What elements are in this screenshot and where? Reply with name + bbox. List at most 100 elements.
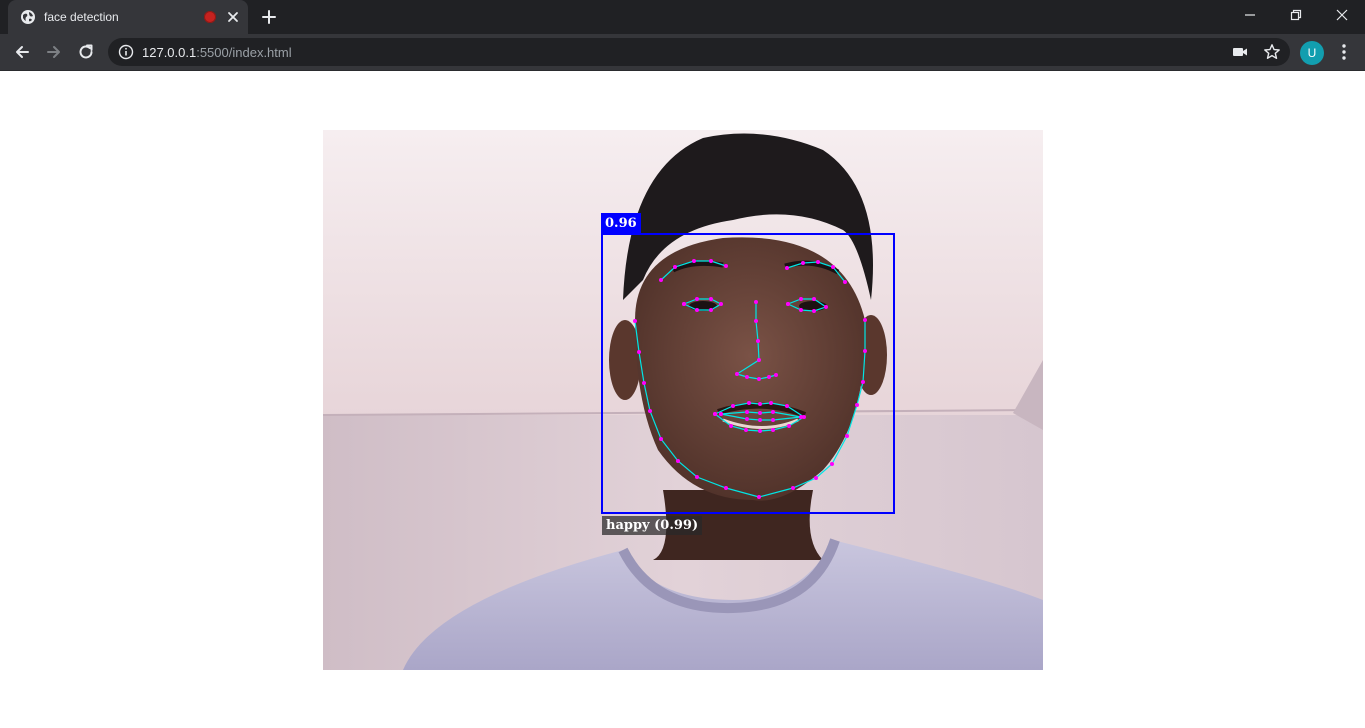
webcam-video: 0.96 happy (0.99) <box>323 130 1043 670</box>
landmark-point <box>713 412 717 416</box>
profile-avatar[interactable]: U <box>1300 41 1324 65</box>
landmark-point <box>745 417 749 421</box>
landmark-point <box>709 259 713 263</box>
landmark-point <box>758 429 762 433</box>
landmark-point <box>724 486 728 490</box>
landmark-point <box>731 404 735 408</box>
landmark-point <box>799 297 803 301</box>
minimize-button[interactable] <box>1227 0 1273 30</box>
landmark-point <box>863 318 867 322</box>
landmark-point <box>824 305 828 309</box>
camera-in-use-icon[interactable] <box>1232 45 1248 59</box>
info-icon[interactable] <box>118 44 134 60</box>
landmark-point <box>745 375 749 379</box>
reload-button[interactable] <box>74 40 98 64</box>
reload-icon <box>79 44 93 59</box>
landmark-point <box>756 339 760 343</box>
landmark-point <box>791 486 795 490</box>
page-content: 0.96 happy (0.99) <box>0 71 1365 728</box>
landmark-point <box>719 412 723 416</box>
landmark-point <box>745 410 749 414</box>
url-path: :5500/index.html <box>196 45 292 60</box>
landmark-point <box>719 302 723 306</box>
minimize-icon <box>1245 14 1255 16</box>
landmark-point <box>771 410 775 414</box>
landmark-line-browL <box>660 260 727 281</box>
globe-icon <box>21 10 35 24</box>
landmark-line-jaw <box>634 320 866 498</box>
landmark-point <box>642 381 646 385</box>
landmark-point <box>771 428 775 432</box>
landmark-points <box>633 259 867 499</box>
landmark-point <box>758 411 762 415</box>
detection-score-label: 0.96 <box>601 213 641 234</box>
url-host: 127.0.0.1 <box>142 45 197 60</box>
address-bar[interactable]: 127.0.0.1:5500/index.html <box>108 38 1290 66</box>
landmark-line-eyeR <box>787 298 828 312</box>
landmark-point <box>831 265 835 269</box>
landmark-point <box>758 402 762 406</box>
more-menu-icon[interactable] <box>1334 42 1354 62</box>
recording-indicator-icon <box>204 11 216 23</box>
back-button[interactable] <box>10 40 34 64</box>
landmark-point <box>758 418 762 422</box>
detection-overlay <box>601 233 895 514</box>
close-window-button[interactable] <box>1319 0 1365 30</box>
landmark-point <box>855 403 859 407</box>
landmark-point <box>814 476 818 480</box>
restore-icon <box>1290 9 1302 21</box>
landmark-point <box>812 309 816 313</box>
landmark-point <box>633 319 637 323</box>
landmark-point <box>648 409 652 413</box>
landmark-point <box>695 297 699 301</box>
landmark-point <box>709 297 713 301</box>
landmark-point <box>843 280 847 284</box>
landmark-lines <box>634 260 866 498</box>
landmark-point <box>799 308 803 312</box>
tab-strip: face detection <box>0 0 1365 34</box>
arrow-left-icon <box>16 46 29 58</box>
landmark-point <box>812 297 816 301</box>
landmark-point <box>816 260 820 264</box>
expression-label: happy (0.99) <box>602 516 703 535</box>
restore-button[interactable] <box>1273 0 1319 30</box>
landmark-point <box>676 459 680 463</box>
url-text: 127.0.0.1:5500/index.html <box>142 45 292 60</box>
landmark-point <box>785 404 789 408</box>
landmark-point <box>830 462 834 466</box>
landmark-point <box>673 265 677 269</box>
landmark-point <box>785 266 789 270</box>
landmark-point <box>695 475 699 479</box>
landmark-point <box>747 401 751 405</box>
landmark-point <box>757 358 761 362</box>
landmark-point <box>735 372 739 376</box>
landmark-point <box>769 401 773 405</box>
landmark-point <box>724 264 728 268</box>
landmark-point <box>787 424 791 428</box>
landmark-point <box>863 349 867 353</box>
landmark-point <box>757 377 761 381</box>
landmark-point <box>845 434 849 438</box>
landmark-point <box>682 302 686 306</box>
face-bounding-box <box>601 233 895 514</box>
landmark-line-eyeL <box>683 298 723 311</box>
close-tab-icon[interactable] <box>225 9 241 25</box>
landmark-point <box>709 308 713 312</box>
arrow-right-icon <box>47 46 60 58</box>
landmark-point <box>786 302 790 306</box>
landmark-point <box>861 380 865 384</box>
landmark-point <box>754 319 758 323</box>
landmark-point <box>659 437 663 441</box>
landmark-point <box>754 300 758 304</box>
landmark-point <box>801 261 805 265</box>
tab-face-detection[interactable]: face detection <box>8 0 248 34</box>
forward-button[interactable] <box>42 40 66 64</box>
landmark-point <box>757 495 761 499</box>
landmark-point <box>771 418 775 422</box>
new-tab-icon[interactable] <box>260 8 278 26</box>
landmark-point <box>744 428 748 432</box>
landmark-point <box>767 375 771 379</box>
landmark-line-browR <box>786 261 846 283</box>
bookmark-star-icon[interactable] <box>1263 43 1281 61</box>
landmark-point <box>729 424 733 428</box>
